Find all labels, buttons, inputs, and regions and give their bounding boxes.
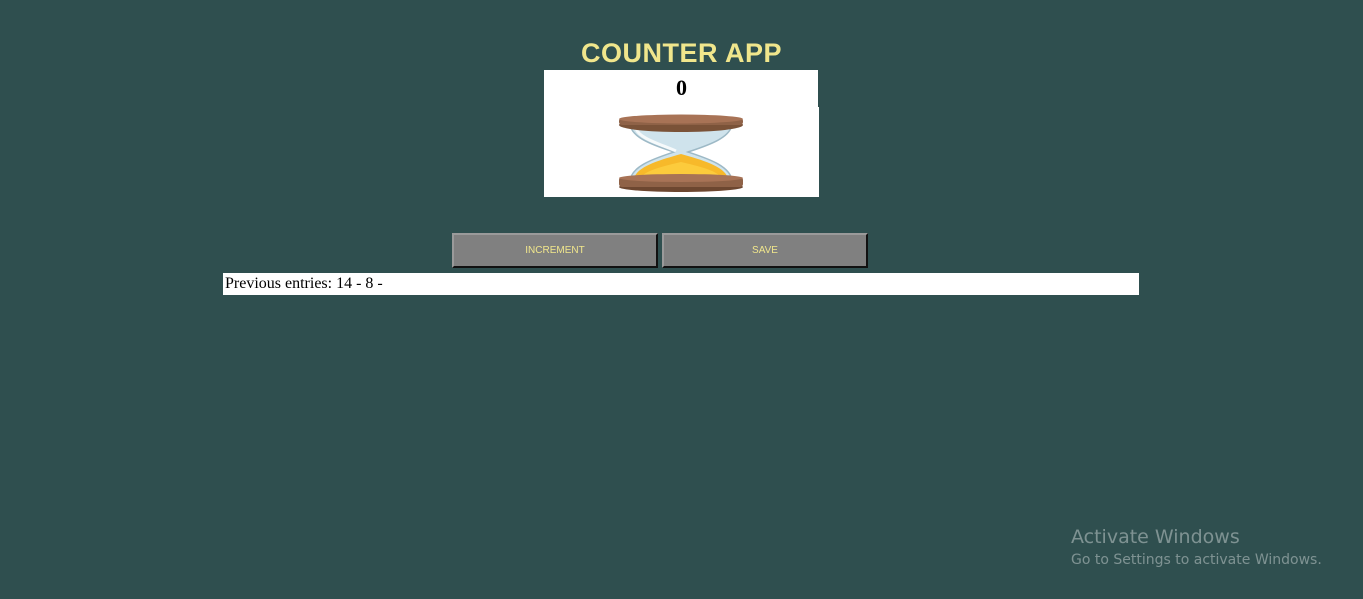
increment-button[interactable]: INCREMENT bbox=[452, 233, 658, 268]
count-display: 0 bbox=[676, 75, 687, 100]
card-edge bbox=[818, 70, 819, 107]
counter-app-page: COUNTER APP 0 INCREMENT SAVE Previous en… bbox=[0, 0, 1363, 599]
previous-entries: Previous entries: 14 - 8 - bbox=[223, 273, 1139, 295]
activate-windows-watermark: Activate Windows Go to Settings to activ… bbox=[1071, 525, 1322, 571]
counter-card: 0 bbox=[544, 70, 819, 197]
save-button[interactable]: SAVE bbox=[662, 233, 868, 268]
watermark-title: Activate Windows bbox=[1071, 526, 1240, 548]
app-title: COUNTER APP bbox=[580, 38, 782, 68]
hourglass-icon bbox=[619, 114, 743, 192]
watermark-subtitle: Go to Settings to activate Windows. bbox=[1071, 552, 1322, 568]
